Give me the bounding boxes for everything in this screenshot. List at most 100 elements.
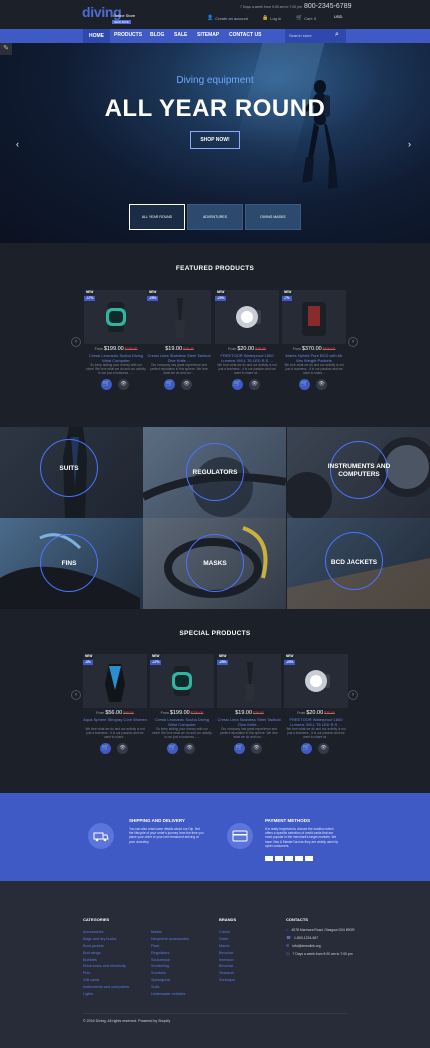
quick-view-button[interactable]: 👁 [181, 379, 192, 390]
create-account-link[interactable]: 👤 Create an account [207, 15, 248, 21]
add-to-cart-button[interactable]: 🛒 [232, 379, 243, 390]
slide-thumb-label: ADVENTURES [203, 215, 227, 219]
settings-icon[interactable]: ✎ [0, 43, 12, 55]
slide-thumb-2[interactable]: ADVENTURES [187, 204, 243, 230]
footer-categories-title: CATEGORIES [83, 917, 110, 922]
add-to-cart-button[interactable]: 🛒 [234, 743, 245, 754]
currency-selector[interactable]: USD [334, 14, 342, 19]
search-box[interactable]: Search store ⌕ [285, 29, 346, 43]
cart-link[interactable]: 🛒 Cart: 0 [296, 15, 316, 21]
featured-prev-arrow[interactable]: ‹ [71, 337, 81, 347]
product-name[interactable]: FREETOOR Waterproof 1800 Lumens XM-L T6 … [284, 717, 348, 727]
new-badge: NEW [150, 654, 162, 659]
discount-badge: -25% [147, 296, 159, 301]
new-badge: NEW [83, 654, 95, 659]
footer-link[interactable]: Bod wings [83, 950, 129, 957]
add-to-cart-button[interactable]: 🛒 [301, 743, 312, 754]
footer-link[interactable]: Instruments and computers [83, 984, 129, 991]
contact-phone[interactable]: ☎ 1-800-1234-567 [286, 936, 356, 941]
footer-link[interactable]: Gift cards [83, 977, 129, 984]
contact-email[interactable]: ✉ info@demolink.org [286, 944, 356, 949]
hero-prev-arrow[interactable]: ‹ [16, 139, 19, 149]
category-suits[interactable]: SUITS [0, 427, 143, 518]
nav-sitemap[interactable]: SITEMAP [197, 32, 219, 38]
footer-link[interactable]: Regulators [151, 950, 189, 957]
product-name[interactable]: Mares Hybrid Pure BCD with Mr Mrs Weight… [282, 353, 346, 363]
product-name[interactable]: Cressi Lima Stainless Steel Tactical Div… [147, 353, 211, 363]
discount-badge: -17% [150, 660, 162, 665]
footer-link[interactable]: Neoprene accessories [151, 936, 189, 943]
search-icon[interactable]: ⌕ [335, 31, 339, 39]
footer-link[interactable]: Masks [151, 929, 189, 936]
category-instruments[interactable]: INSTRUMENTS AND COMPUTERS [287, 427, 430, 518]
hero-next-arrow[interactable]: › [408, 139, 411, 149]
quick-view-button[interactable]: 👁 [118, 379, 129, 390]
product-photo [305, 670, 330, 692]
footer-link[interactable]: Beuchat [219, 963, 235, 970]
footer-link[interactable]: Boot jackets [83, 943, 129, 950]
add-to-cart-button[interactable]: 🛒 [167, 743, 178, 754]
nav-products[interactable]: PRODUCTS [114, 32, 142, 38]
footer-link[interactable]: Scubapro [219, 977, 235, 984]
footer-link[interactable]: Omer [219, 936, 235, 943]
footer-link[interactable]: Pack [151, 943, 189, 950]
special-next-arrow[interactable]: › [348, 690, 358, 700]
product-name[interactable]: FREETOOR Waterproof 1800 Lumens XM-L T6 … [215, 353, 279, 363]
quick-view-button[interactable]: 👁 [117, 743, 128, 754]
special-prev-arrow[interactable]: ‹ [71, 690, 81, 700]
add-to-cart-button[interactable]: 🛒 [100, 743, 111, 754]
footer-link[interactable]: Speargunsi [151, 977, 189, 984]
slide-thumb-3[interactable]: DIVING MASKS [245, 204, 301, 230]
quick-view-button[interactable]: 👁 [251, 743, 262, 754]
footer-link[interactable]: Bags and dry bucks [83, 936, 129, 943]
footer-link[interactable]: Accessories [83, 929, 129, 936]
nav-sale[interactable]: SALE [174, 32, 187, 38]
site-footer [0, 881, 430, 1048]
shop-now-button[interactable]: SHOP NOW! [190, 131, 240, 149]
header-phone: 800-2345-6789 [304, 3, 352, 10]
footer-link[interactable]: Beuchat [219, 950, 235, 957]
quick-view-button[interactable]: 👁 [184, 743, 195, 754]
footer-link[interactable]: Electronics and electricity [83, 963, 129, 970]
search-input[interactable]: Search store [289, 33, 312, 38]
nav-home[interactable]: HOME [83, 29, 110, 43]
quick-view-button[interactable]: 👁 [316, 379, 327, 390]
product-name[interactable]: Cressi Leonardo Scuba Diving Wrist Compu… [84, 353, 148, 363]
featured-next-arrow[interactable]: › [348, 337, 358, 347]
nav-contact[interactable]: CONTACT US [229, 32, 261, 38]
product-name[interactable]: Cressi Lima Stainless Steel Tactical Div… [217, 717, 281, 727]
new-badge: NEW [215, 290, 227, 295]
footer-link[interactable]: Mares [219, 943, 235, 950]
product-description: So keep adding your money with our store… [152, 727, 212, 739]
nav-blog[interactable]: BLOG [150, 32, 164, 38]
add-to-cart-button[interactable]: 🛒 [164, 379, 175, 390]
product-name[interactable]: Aqua Sphere Stingray Core Women [83, 717, 147, 722]
quick-view-button[interactable]: 👁 [318, 743, 329, 754]
product-name[interactable]: Cressi Leonardo Scuba Diving Wrist Compu… [150, 717, 214, 727]
login-link[interactable]: 🔒 Log in [262, 15, 281, 21]
add-to-cart-button[interactable]: 🛒 [101, 379, 112, 390]
slide-thumb-1[interactable]: ALL YEAR ROUND [129, 204, 185, 230]
category-bcd[interactable]: BCD JACKETS [287, 518, 430, 609]
category-masks[interactable]: MASKS [143, 518, 286, 609]
category-regulators[interactable]: REGULATORS [143, 427, 286, 518]
footer-link[interactable]: Snorkels [151, 970, 189, 977]
footer-link[interactable]: Snorkeling [151, 963, 189, 970]
footer-link[interactable]: Seacsub [219, 970, 235, 977]
footer-link[interactable]: Bubbles [83, 957, 129, 964]
footer-link[interactable]: Scubamoor [151, 957, 189, 964]
footer-link[interactable]: Underwater vehicles [151, 991, 189, 998]
footer-link[interactable]: Imersion [219, 957, 235, 964]
footer-link[interactable]: Fins [83, 970, 129, 977]
new-badge: NEW [147, 290, 159, 295]
contact-hours: ◷ 7 Days a week from 9:00 am to 7:00 pm [286, 952, 356, 957]
add-to-cart-button[interactable]: 🛒 [299, 379, 310, 390]
category-fins[interactable]: FINS [0, 518, 143, 609]
featured-title: FEATURED PRODUCTS [175, 265, 255, 272]
footer-link[interactable]: Suits [151, 984, 189, 991]
quick-view-button[interactable]: 👁 [249, 379, 260, 390]
price-current: $19.00 [165, 346, 183, 352]
footer-link[interactable]: Lights [83, 991, 129, 998]
footer-link[interactable]: Cressi [219, 929, 235, 936]
product-photo [302, 302, 326, 336]
